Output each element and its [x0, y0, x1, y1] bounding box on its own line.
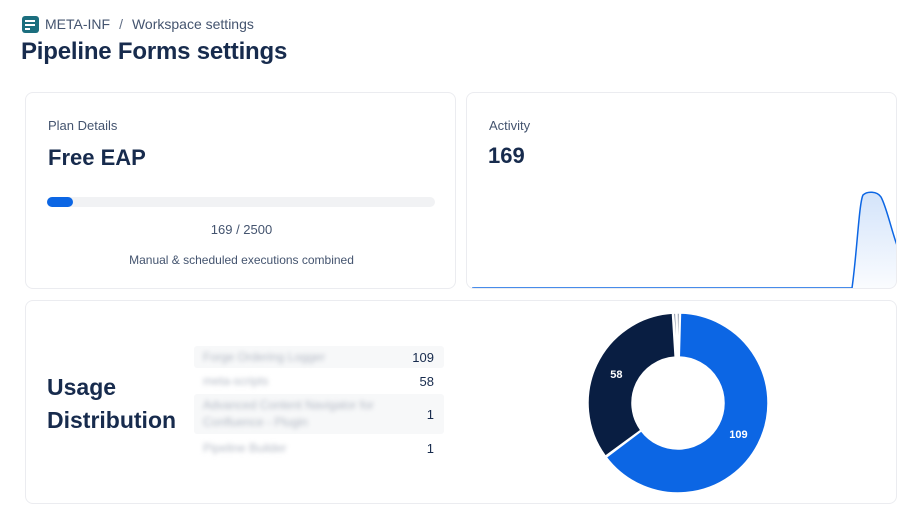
plan-details-label: Plan Details	[48, 118, 118, 133]
usage-row-name: Pipeline Builder	[203, 440, 287, 455]
usage-row: meta-scripts 58	[194, 368, 444, 394]
usage-progress-text: 169 / 2500	[210, 222, 273, 237]
app-logo-icon	[22, 15, 39, 33]
usage-distribution-card: Usage Distribution Forge Ordering Logger…	[25, 300, 897, 504]
usage-row-count: 1	[426, 406, 434, 422]
usage-progress-fill	[47, 197, 74, 207]
donut-label-0: 109	[729, 429, 747, 441]
donut-slice-3[interactable]	[676, 312, 680, 358]
sparkline-line	[472, 191, 896, 288]
breadcrumb-separator: /	[119, 16, 123, 32]
breadcrumb: META-INF / Workspace settings	[22, 15, 254, 33]
page-title: Pipeline Forms settings	[21, 38, 288, 65]
activity-sparkline	[472, 191, 896, 288]
usage-row-count: 58	[419, 373, 434, 389]
usage-row-count: 109	[412, 349, 434, 365]
plan-details-card: Plan Details Free EAP 169 / 2500 Manual …	[25, 92, 456, 289]
usage-donut-chart: 109 58	[587, 312, 769, 494]
usage-row-name: meta-scripts	[203, 373, 269, 388]
sparkline-area	[472, 192, 896, 288]
usage-row: Pipeline Builder 1	[194, 434, 444, 462]
usage-progress-bar	[47, 197, 435, 207]
usage-row-name: Forge Ordering Logger	[203, 349, 326, 364]
usage-row: Forge Ordering Logger 109	[194, 346, 444, 368]
usage-progress-note: Manual & scheduled executions combined	[129, 253, 354, 267]
usage-row-count: 1	[426, 440, 434, 456]
plan-name: Free EAP	[48, 145, 146, 170]
donut-slice-1[interactable]	[587, 312, 676, 458]
usage-row-name: Advanced Content Navigator for Confluenc…	[203, 398, 374, 429]
breadcrumb-app-link[interactable]: META-INF	[45, 16, 110, 32]
usage-row: Advanced Content Navigator for Confluenc…	[194, 394, 444, 434]
donut-label-1: 58	[610, 369, 622, 381]
usage-table: Forge Ordering Logger 109 meta-scripts 5…	[194, 346, 444, 462]
breadcrumb-current-link[interactable]: Workspace settings	[132, 16, 254, 32]
usage-distribution-title: Usage Distribution	[47, 374, 177, 433]
activity-card: Activity 169	[466, 92, 897, 289]
